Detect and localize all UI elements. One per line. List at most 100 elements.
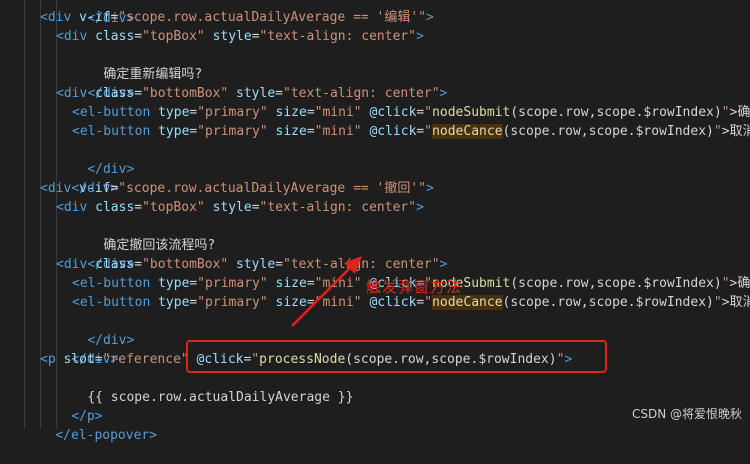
args-text: (scope.row,scope.$rowIndex) bbox=[502, 124, 714, 139]
text-content: >取消< bbox=[721, 295, 750, 310]
string-text: "bottomBox" bbox=[142, 257, 229, 272]
code-line: <div class="topBox" style="text-align: c… bbox=[56, 27, 424, 46]
args-text: (scope.row,scope.$rowIndex) bbox=[502, 295, 714, 310]
string-text: "reference" bbox=[102, 352, 189, 367]
tag-text: </el-popover> bbox=[55, 428, 158, 443]
string-text: "text-align: center" bbox=[259, 29, 417, 44]
tag-text: <div bbox=[56, 86, 96, 101]
code-line: 确定撤回该流程吗? bbox=[72, 217, 215, 253]
code-line: </div> bbox=[40, 331, 118, 367]
args-text: (scope.row,scope.$rowIndex) bbox=[510, 105, 722, 120]
tag-text: <div bbox=[40, 10, 80, 25]
code-line: </div> bbox=[56, 65, 134, 101]
string-text: "primary" bbox=[197, 295, 268, 310]
tag-text: > bbox=[416, 200, 424, 215]
string-text: " bbox=[713, 295, 722, 310]
attr-text: size bbox=[275, 124, 307, 139]
string-text: "mini" bbox=[314, 105, 362, 120]
op-text: = bbox=[275, 86, 283, 101]
attr-text: type bbox=[158, 105, 190, 120]
indent-guide bbox=[24, 0, 25, 429]
code-line: <div class="bottomBox" style="text-align… bbox=[56, 255, 447, 274]
string-text: " bbox=[424, 295, 433, 310]
string-text: "primary" bbox=[197, 105, 268, 120]
attr-text: v-if bbox=[79, 10, 111, 25]
text-content: {{ scope.row.actualDailyAverage }} bbox=[87, 390, 354, 405]
tag-text: <p bbox=[40, 352, 64, 367]
op-text: = bbox=[306, 105, 315, 120]
string-text: "scope.row.actualDailyAverage == '撤回'" bbox=[118, 181, 427, 196]
watermark: CSDN @将爱恨晚秋 bbox=[631, 407, 742, 421]
attr-text: size bbox=[275, 276, 307, 291]
string-text: "bottomBox" bbox=[142, 86, 229, 101]
attr-text: class bbox=[95, 257, 135, 272]
attr-text: @click bbox=[369, 295, 417, 310]
annotation-highlight-box bbox=[186, 340, 607, 373]
code-line: <div class="bottomBox" style="text-align… bbox=[56, 84, 447, 103]
tag-text: > bbox=[426, 181, 434, 196]
string-text: "mini" bbox=[314, 276, 362, 291]
string-text: " bbox=[721, 105, 730, 120]
string-text: "topBox" bbox=[142, 29, 205, 44]
code-line: <div class="topBox" style="text-align: c… bbox=[56, 198, 424, 217]
code-line: <div v-if="scope.row.actualDailyAverage … bbox=[40, 8, 434, 27]
code-line: </p> bbox=[40, 388, 102, 424]
attr-text: style bbox=[212, 29, 252, 44]
tag-text: <div bbox=[56, 257, 96, 272]
op-text: = bbox=[306, 276, 315, 291]
string-text: " bbox=[721, 276, 730, 291]
code-line: <el-button type="primary" size="mini" @c… bbox=[72, 122, 750, 141]
attr-text: style bbox=[236, 257, 276, 272]
attr-text: type bbox=[158, 295, 190, 310]
string-text: "text-align: center" bbox=[283, 86, 440, 101]
text-content: >确定 bbox=[729, 276, 750, 291]
attr-text: class bbox=[95, 29, 135, 44]
string-text: "primary" bbox=[197, 276, 268, 291]
annotation-label: 触发弹窗方法 bbox=[366, 278, 463, 296]
code-line: </el-popover> bbox=[24, 407, 157, 443]
attr-text: class bbox=[95, 86, 135, 101]
text-content: >取消< bbox=[721, 124, 750, 139]
code-line: <div v-if="scope.row.actualDailyAverage … bbox=[40, 179, 434, 198]
code-line: </div> bbox=[56, 236, 134, 272]
attr-text: @click bbox=[369, 105, 417, 120]
tag-text: > bbox=[439, 86, 448, 101]
op-text: = bbox=[251, 200, 260, 215]
code-line: <el-button type="primary" size="mini" @c… bbox=[72, 103, 750, 122]
op-text: = bbox=[134, 200, 143, 215]
attr-text: @click bbox=[369, 124, 417, 139]
args-text: (scope.row,scope.$rowIndex) bbox=[510, 276, 722, 291]
tag-text: <div bbox=[56, 200, 96, 215]
tag-text: <div bbox=[56, 29, 96, 44]
tag-text: <el-button bbox=[72, 124, 159, 139]
op-text: = bbox=[94, 352, 103, 367]
string-text: "primary" bbox=[197, 124, 268, 139]
code-line: </div> bbox=[56, 141, 134, 177]
attr-text: style bbox=[236, 86, 276, 101]
tag-text: > bbox=[426, 10, 434, 25]
string-text: "mini" bbox=[314, 124, 362, 139]
string-text: "text-align: center" bbox=[259, 200, 417, 215]
op-text: = bbox=[275, 257, 283, 272]
tag-text: > bbox=[439, 257, 448, 272]
code-line: </div> bbox=[40, 160, 118, 196]
attr-text: slot bbox=[63, 352, 95, 367]
string-text: "scope.row.actualDailyAverage == '编辑'" bbox=[118, 10, 427, 25]
function-name: nodeSubmit bbox=[432, 105, 511, 120]
string-text: " bbox=[713, 124, 722, 139]
attr-text: type bbox=[158, 276, 190, 291]
attr-text: v-if bbox=[79, 181, 111, 196]
attr-text: type bbox=[158, 124, 190, 139]
attr-text: style bbox=[212, 200, 252, 215]
tag-text: <el-button bbox=[72, 276, 159, 291]
string-text: " bbox=[424, 105, 433, 120]
function-name-highlighted: nodeCance bbox=[432, 124, 503, 139]
code-line: </div> bbox=[56, 312, 134, 348]
op-text: = bbox=[306, 124, 315, 139]
tag-text: <el-button bbox=[72, 295, 159, 310]
string-text: " bbox=[424, 124, 433, 139]
attr-text: size bbox=[275, 105, 307, 120]
string-text: "mini" bbox=[314, 295, 362, 310]
function-name-highlighted: nodeCance bbox=[432, 295, 503, 310]
op-text: = bbox=[306, 295, 315, 310]
